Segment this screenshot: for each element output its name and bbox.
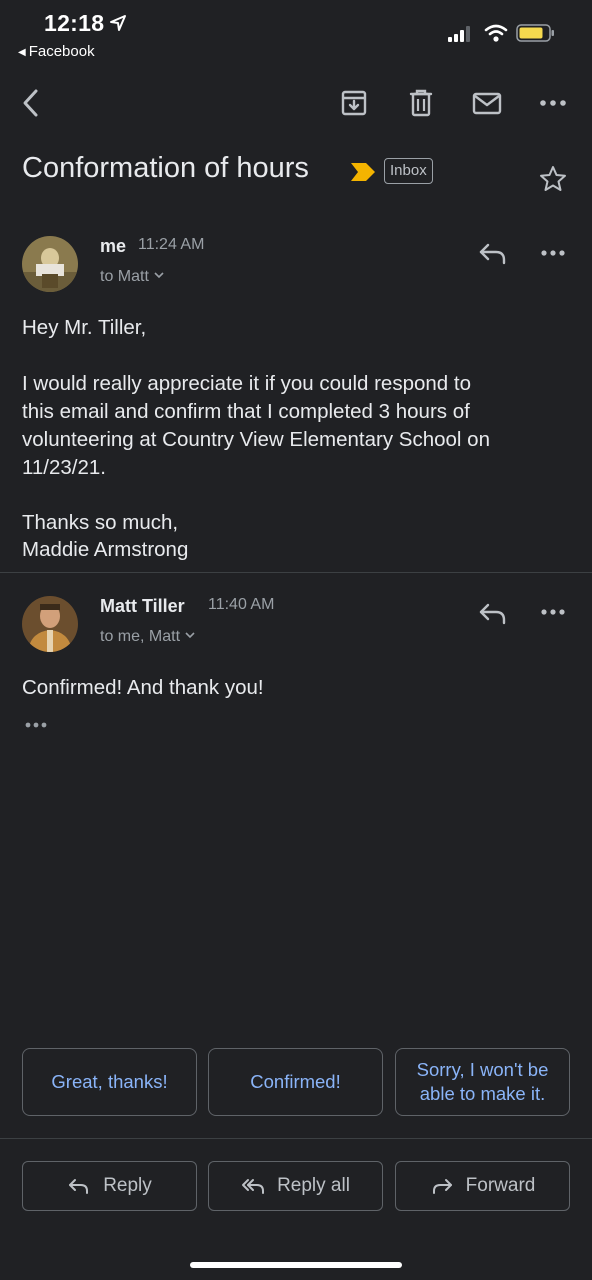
chevron-down-icon — [154, 272, 164, 279]
chevron-down-icon — [185, 632, 195, 639]
delete-icon[interactable] — [405, 87, 437, 119]
reply-button-label: Reply — [103, 1175, 152, 1196]
location-arrow-icon — [110, 15, 126, 31]
mark-unread-icon[interactable] — [471, 87, 503, 119]
back-triangle-icon: ◀ — [18, 47, 26, 58]
message-divider — [0, 572, 592, 573]
message-body-signoff: Thanks so much, — [22, 511, 179, 534]
sender-name: me — [100, 236, 127, 256]
recipients-toggle[interactable]: to me, Matt — [100, 628, 196, 646]
reply-all-icon — [242, 1179, 265, 1194]
message-body-line: volunteering at Country View Elementary … — [22, 428, 490, 451]
recipients-text: to Matt — [100, 268, 149, 285]
wifi-icon — [484, 24, 508, 42]
back-arrow-icon[interactable] — [16, 87, 48, 119]
cellular-signal-icon — [448, 26, 470, 42]
reply-icon[interactable] — [478, 600, 508, 626]
message-body: Confirmed! And thank you! — [22, 676, 264, 699]
message-more-icon[interactable] — [540, 607, 566, 617]
smart-reply-confirmed[interactable]: Confirmed! — [208, 1048, 383, 1116]
forward-icon — [432, 1179, 452, 1194]
email-subject: Conformation of hours — [22, 152, 309, 184]
message-body-line: this email and confirm that I completed … — [22, 400, 470, 423]
message-time: 11:40 AM — [208, 596, 275, 613]
sender-name: Matt Tiller — [100, 596, 185, 616]
importance-marker-icon[interactable] — [350, 162, 376, 182]
recipients-toggle[interactable]: to Matt — [100, 268, 165, 286]
more-options-icon[interactable] — [537, 87, 569, 119]
forward-button[interactable]: Forward — [395, 1161, 570, 1211]
status-time: 12:18 — [44, 10, 105, 36]
archive-icon[interactable] — [338, 87, 370, 119]
smart-reply-sorry[interactable]: Sorry, I won't be able to make it. — [395, 1048, 570, 1116]
battery-icon — [516, 24, 554, 42]
reply-button[interactable]: Reply — [22, 1161, 197, 1211]
message-body-greeting: Hey Mr. Tiller, — [22, 316, 147, 339]
smart-reply-sorry-label: Sorry, I won't be able to make it. — [416, 1059, 549, 1104]
reply-all-button[interactable]: Reply all — [208, 1161, 383, 1211]
reply-icon — [69, 1179, 89, 1194]
avatar-matt-tiller[interactable] — [22, 596, 78, 652]
forward-button-label: Forward — [465, 1175, 536, 1196]
reply-all-button-label: Reply all — [277, 1175, 350, 1196]
star-icon[interactable] — [538, 164, 568, 194]
avatar-me[interactable] — [22, 236, 78, 292]
message-time: 11:24 AM — [138, 236, 205, 253]
show-trimmed-content-icon[interactable] — [24, 720, 48, 730]
message-body-line: 11/23/21. — [22, 456, 106, 479]
status-bar: 12:18 ◀ Facebook — [0, 0, 592, 70]
actions-divider — [0, 1138, 592, 1139]
message-body-signature: Maddie Armstrong — [22, 538, 189, 561]
message-body-line: I would really appreciate it if you coul… — [22, 372, 471, 395]
smart-reply-great-thanks[interactable]: Great, thanks! — [22, 1048, 197, 1116]
recipients-text: to me, Matt — [100, 628, 181, 645]
message-more-icon[interactable] — [540, 248, 566, 258]
label-chip-inbox[interactable]: Inbox — [384, 158, 433, 184]
reply-icon[interactable] — [478, 240, 508, 266]
back-app-label: Facebook — [28, 43, 95, 60]
back-to-app-link[interactable]: ◀ Facebook — [18, 43, 95, 60]
home-indicator[interactable] — [190, 1262, 402, 1268]
